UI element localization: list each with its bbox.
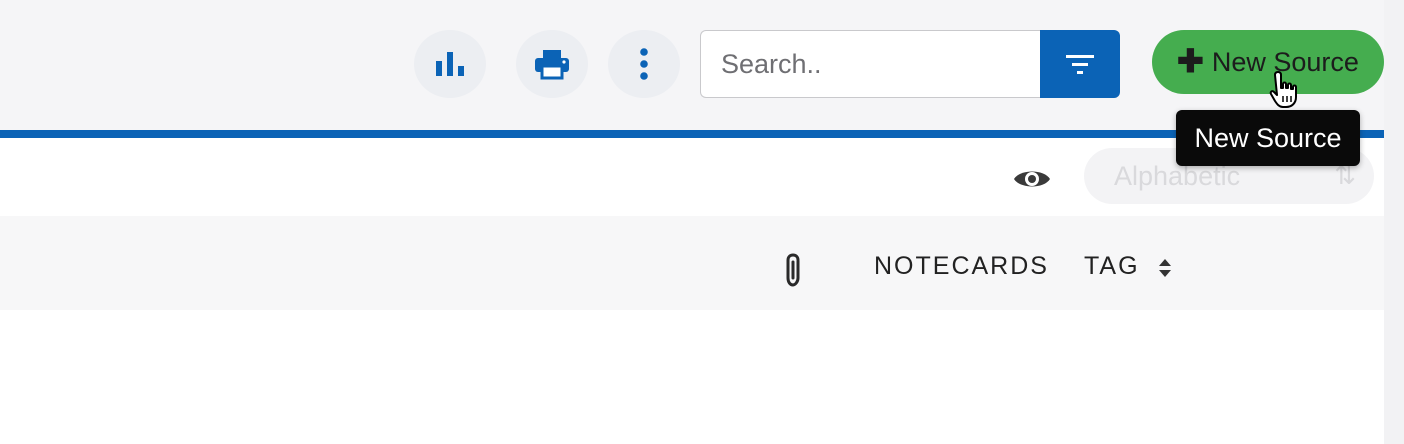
stats-button[interactable] (414, 30, 486, 98)
more-options-button[interactable] (608, 30, 680, 98)
top-toolbar: ✚ New Source (0, 0, 1384, 130)
plus-icon: ✚ (1177, 43, 1204, 79)
bar-chart-icon (436, 52, 464, 76)
eye-icon[interactable] (1012, 166, 1052, 192)
printer-icon (535, 50, 569, 80)
print-button[interactable] (516, 30, 588, 98)
table-header-row (0, 216, 1384, 310)
window-scroll-gutter (1384, 0, 1404, 444)
search-group (700, 30, 1120, 98)
search-input[interactable] (700, 30, 1042, 98)
column-header-tag[interactable]: TAG (1084, 252, 1140, 281)
new-source-tooltip: New Source (1176, 110, 1360, 166)
hand-pointer-icon (1269, 71, 1297, 108)
more-vertical-icon (640, 48, 648, 80)
paperclip-icon (786, 253, 800, 287)
filter-icon (1066, 55, 1094, 74)
table-body (0, 310, 1384, 444)
filter-button[interactable] (1040, 30, 1120, 98)
sort-caret-icon[interactable] (1158, 258, 1172, 278)
column-header-notecards[interactable]: NOTECARDS (874, 252, 1049, 281)
